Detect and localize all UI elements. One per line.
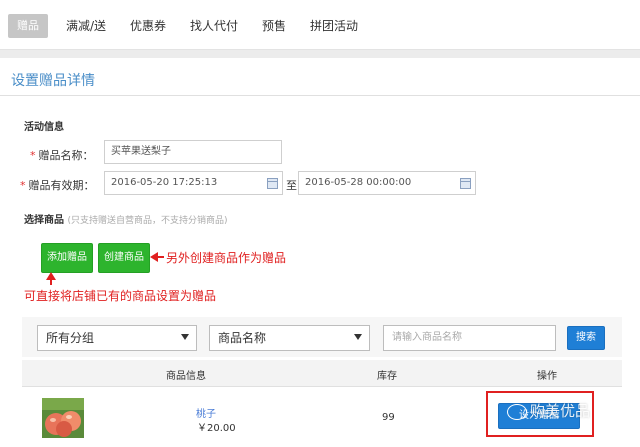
chevron-down-icon xyxy=(181,334,189,340)
add-gift-button[interactable]: 添加赠品 xyxy=(41,243,93,273)
calendar-icon[interactable] xyxy=(460,178,471,189)
search-button[interactable]: 搜索 xyxy=(567,326,605,350)
product-section-heading-text: 选择商品 xyxy=(24,215,64,226)
add-gift-annotation: 可直接将店铺已有的商品设置为赠品 xyxy=(24,289,217,303)
end-date-input[interactable]: 2016-05-28 00:00:00 xyxy=(298,171,476,195)
gift-name-label-text: 赠品名称： xyxy=(38,149,94,162)
start-date-input[interactable]: 2016-05-20 17:25:13 xyxy=(104,171,283,195)
required-star: * xyxy=(30,149,36,162)
field-select-value: 商品名称 xyxy=(218,331,267,345)
activity-section-heading: 活动信息 xyxy=(24,122,64,133)
tab-presale[interactable]: 预售 xyxy=(262,17,286,34)
field-select[interactable]: 商品名称 xyxy=(209,325,370,351)
product-section-heading: 选择商品 (只支持赠送自营商品，不支持分销商品) xyxy=(24,211,228,226)
page-title: 设置赠品详情 xyxy=(11,73,95,89)
column-header-product-info: 商品信息 xyxy=(166,371,206,382)
calendar-icon[interactable] xyxy=(267,178,278,189)
watermark: 购美优品 xyxy=(530,402,591,420)
date-range-separator: 至 xyxy=(286,179,297,192)
product-name-link[interactable]: 桃子 xyxy=(196,405,216,420)
create-product-button[interactable]: 创建商品 xyxy=(98,243,150,273)
tab-discount-gift[interactable]: 满减/送 xyxy=(66,17,106,34)
title-divider xyxy=(0,95,640,96)
peach-product-image xyxy=(42,398,84,438)
search-input[interactable]: 请输入商品名称 xyxy=(383,325,556,351)
validity-label: * 赠品有效期： xyxy=(20,177,95,193)
end-date-value: 2016-05-28 00:00:00 xyxy=(305,177,412,188)
start-date-value: 2016-05-20 17:25:13 xyxy=(111,177,218,188)
product-stock: 99 xyxy=(382,412,395,423)
table-header xyxy=(22,360,622,387)
gift-name-input[interactable]: 买苹果送梨子 xyxy=(104,140,282,164)
wechat-icon xyxy=(507,404,527,420)
group-select-value: 所有分组 xyxy=(46,331,95,345)
validity-label-text: 赠品有效期： xyxy=(28,179,95,192)
tab-gift[interactable]: 赠品 xyxy=(8,14,48,38)
tab-group-buy[interactable]: 拼团活动 xyxy=(310,17,358,34)
product-section-hint: (只支持赠送自营商品，不支持分销商品) xyxy=(67,216,228,226)
column-header-actions: 操作 xyxy=(537,371,557,382)
product-price: ￥20.00 xyxy=(197,423,236,434)
required-star: * xyxy=(20,179,26,192)
gift-name-label: * 赠品名称： xyxy=(30,147,94,163)
tab-pay-for-me[interactable]: 找人代付 xyxy=(190,17,238,34)
tab-coupon[interactable]: 优惠券 xyxy=(130,17,166,34)
chevron-down-icon xyxy=(354,334,362,340)
create-product-annotation: 另外创建商品作为赠品 xyxy=(166,251,287,265)
annotation-arrowhead-up xyxy=(46,272,56,280)
column-header-stock: 库存 xyxy=(377,371,397,382)
annotation-arrowhead-left xyxy=(150,252,158,262)
group-select[interactable]: 所有分组 xyxy=(37,325,197,351)
